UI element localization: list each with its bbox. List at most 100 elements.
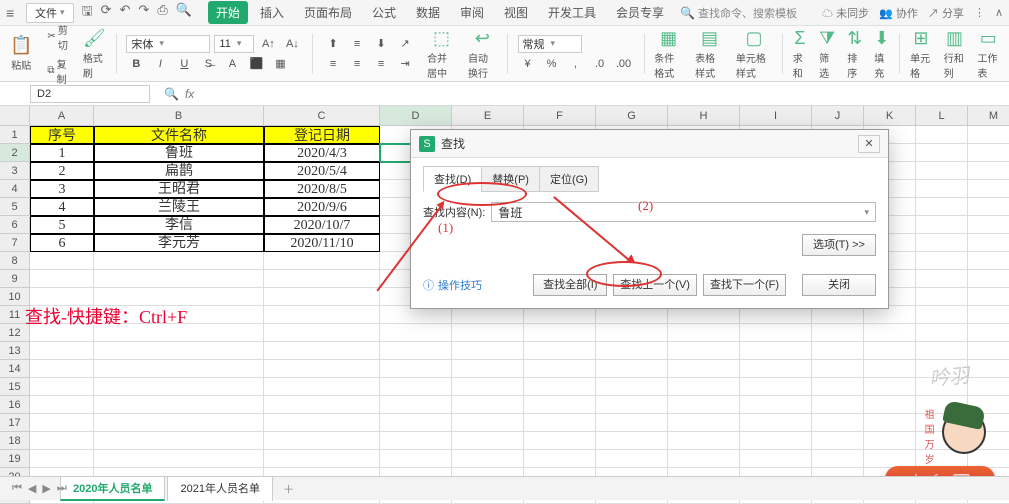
cell[interactable] [812,396,864,414]
wrap-button[interactable]: ↩自动换行 [464,26,501,82]
cell[interactable] [452,342,524,360]
sync-status[interactable]: ☁ 未同步 [822,5,869,21]
copy-button[interactable]: ⧉ 复制 [44,55,70,87]
cell[interactable] [968,252,1009,270]
cell[interactable] [812,432,864,450]
select-all-corner[interactable] [0,106,30,126]
cell[interactable]: 2020/4/3 [264,144,380,162]
cell[interactable] [524,450,596,468]
cell[interactable] [380,450,452,468]
cell[interactable]: 2 [30,162,94,180]
cell[interactable] [94,270,264,288]
print-icon[interactable]: ⎙ [157,2,167,24]
cell[interactable]: 2020/11/10 [264,234,380,252]
sheet-last-icon[interactable]: ⏭ [57,482,67,495]
cell[interactable] [94,342,264,360]
sum-button[interactable]: Σ求和 [789,26,811,82]
row-header[interactable]: 3 [0,162,30,180]
cell[interactable]: 2020/8/5 [264,180,380,198]
cell[interactable] [264,414,380,432]
cell[interactable]: 4 [30,198,94,216]
fx-icon[interactable]: fx [185,87,194,101]
cell[interactable] [968,144,1009,162]
dialog-tab-2[interactable]: 定位(G) [539,166,599,192]
cell[interactable] [968,162,1009,180]
cell[interactable] [668,342,740,360]
cell[interactable] [864,360,916,378]
cell[interactable] [94,360,264,378]
comma-icon[interactable]: , [566,55,586,73]
col-header[interactable]: A [30,106,94,126]
cell[interactable] [94,396,264,414]
cell[interactable]: 兰陵王 [94,198,264,216]
ribbon-tab-6[interactable]: 视图 [496,1,536,24]
cell[interactable] [916,342,968,360]
cell[interactable]: 鲁班 [94,144,264,162]
cell[interactable] [812,378,864,396]
close-button[interactable]: 关闭 [802,274,876,296]
dialog-close-icon[interactable]: ✕ [858,135,880,153]
cell[interactable] [740,360,812,378]
cells-button[interactable]: ⊞单元格 [906,26,936,82]
cell[interactable] [812,360,864,378]
cell[interactable] [264,252,380,270]
cell[interactable] [30,378,94,396]
cell[interactable] [264,450,380,468]
ribbon-tab-1[interactable]: 插入 [252,1,292,24]
cell[interactable] [94,432,264,450]
cell[interactable] [264,306,380,324]
bold-icon[interactable]: B [126,55,146,73]
cell[interactable] [740,414,812,432]
grow-font-icon[interactable]: A↑ [258,35,278,53]
ribbon-tab-0[interactable]: 开始 [208,1,248,24]
align-center-icon[interactable]: ≡ [347,55,367,73]
sheet-first-icon[interactable]: ⏮ [12,482,22,495]
row-header[interactable]: 6 [0,216,30,234]
cell[interactable] [740,396,812,414]
cell[interactable] [864,396,916,414]
merge-button[interactable]: ⬚合并居中 [423,26,460,82]
cell[interactable] [916,234,968,252]
undo-icon[interactable]: ↶ [120,2,131,24]
cell[interactable]: 5 [30,216,94,234]
col-header[interactable]: C [264,106,380,126]
cell[interactable] [264,324,380,342]
cell[interactable] [596,414,668,432]
fill-color-icon[interactable]: ⬛ [246,55,266,73]
cell[interactable] [94,414,264,432]
cell[interactable] [380,324,452,342]
cell[interactable] [740,432,812,450]
row-header[interactable]: 2 [0,144,30,162]
cell[interactable]: 6 [30,234,94,252]
cell[interactable] [452,324,524,342]
cell[interactable] [916,324,968,342]
cell[interactable] [452,432,524,450]
cell[interactable] [30,414,94,432]
cut-button[interactable]: ✂ 剪切 [44,21,70,53]
cell[interactable] [94,450,264,468]
cell[interactable] [30,396,94,414]
cell[interactable] [916,126,968,144]
cell[interactable] [864,414,916,432]
row-header[interactable]: 16 [0,396,30,414]
cell[interactable] [524,432,596,450]
add-sheet-button[interactable]: ＋ [275,478,302,500]
command-search[interactable]: 🔍查找命令、搜索模板 [680,5,797,21]
cell[interactable] [916,288,968,306]
cell[interactable] [524,360,596,378]
border-icon[interactable]: ▦ [270,55,290,73]
italic-icon[interactable]: I [150,55,170,73]
ribbon-tab-7[interactable]: 开发工具 [540,1,604,24]
cell[interactable] [30,360,94,378]
cell[interactable] [596,450,668,468]
ribbon-tab-5[interactable]: 审阅 [452,1,492,24]
cell[interactable] [596,396,668,414]
find-all-button[interactable]: 查找全部(I) [533,274,607,296]
tips-link[interactable]: ⓘ操作技巧 [423,277,482,293]
cell[interactable] [864,342,916,360]
cell[interactable] [264,396,380,414]
ribbon-tab-8[interactable]: 会员专享 [608,1,672,24]
sort-button[interactable]: ⇅排序 [843,26,866,82]
dialog-tab-0[interactable]: 查找(D) [423,166,482,192]
row-header[interactable]: 17 [0,414,30,432]
